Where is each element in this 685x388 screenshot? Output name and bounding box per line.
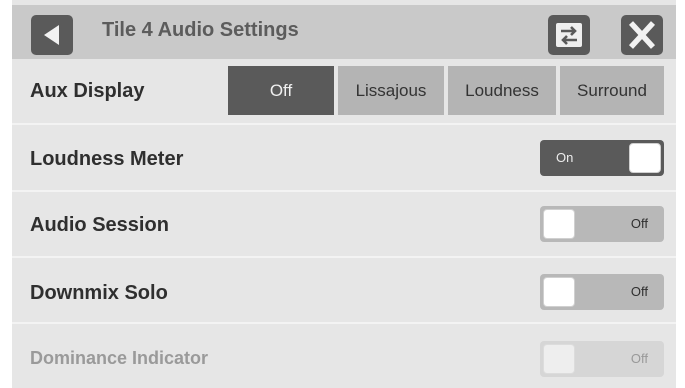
downmix-solo-toggle[interactable]: Off [540, 274, 664, 310]
toggle-state-label: On [556, 150, 574, 165]
aux-option-off[interactable]: Off [228, 66, 334, 115]
aux-display-row: Aux Display Off Lissajous Loudness Surro… [12, 59, 676, 123]
audio-session-toggle[interactable]: Off [540, 206, 664, 242]
toggle-knob [629, 143, 661, 173]
toggle-state-label: Off [630, 351, 648, 366]
settings-panel: Tile 4 Audio Settings Aux Display Off Li… [12, 0, 676, 388]
loudness-meter-toggle[interactable]: On [540, 140, 664, 176]
aux-option-loudness[interactable]: Loudness [448, 66, 556, 115]
loudness-meter-label: Loudness Meter [30, 148, 184, 170]
back-arrow-icon [44, 25, 59, 45]
toggle-knob [543, 277, 575, 307]
aux-option-lissajous[interactable]: Lissajous [338, 66, 444, 115]
page-title: Tile 4 Audio Settings [102, 19, 299, 41]
toggle-state-label: Off [630, 284, 648, 299]
audio-session-row: Audio Session Off [12, 190, 676, 256]
loudness-meter-row: Loudness Meter On [12, 123, 676, 190]
audio-session-label: Audio Session [30, 214, 169, 236]
close-x-icon [628, 21, 656, 49]
close-button[interactable] [621, 15, 663, 55]
swap-arrows-icon [556, 23, 582, 47]
toggle-knob [543, 344, 575, 374]
back-button[interactable] [31, 15, 73, 55]
dominance-indicator-row: Dominance Indicator Off [12, 322, 676, 388]
downmix-solo-label: Downmix Solo [30, 282, 168, 304]
swap-button[interactable] [548, 15, 590, 55]
toggle-state-label: Off [630, 216, 648, 231]
downmix-solo-row: Downmix Solo Off [12, 256, 676, 322]
aux-option-surround[interactable]: Surround [560, 66, 664, 115]
header-bar: Tile 4 Audio Settings [12, 5, 676, 59]
dominance-indicator-label: Dominance Indicator [30, 348, 209, 368]
dominance-indicator-toggle: Off [540, 341, 664, 377]
toggle-knob [543, 209, 575, 239]
aux-display-label: Aux Display [30, 80, 145, 102]
